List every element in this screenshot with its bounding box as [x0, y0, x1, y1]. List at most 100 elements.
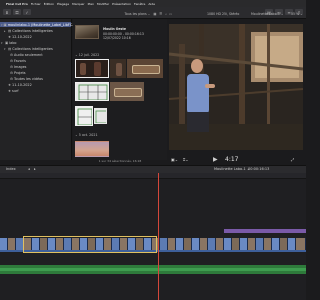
audio-track[interactable] [0, 265, 306, 274]
viewer-frame [169, 24, 303, 150]
timeline-duration: 00:00:16:13 [248, 167, 270, 171]
key-icon[interactable]: ⚿ [13, 9, 21, 15]
browser-header: Tous les plans ⌄ ▦ ☰ ⌕ [73, 10, 167, 17]
disclosure-open-icon[interactable]: ▾ [4, 47, 7, 51]
filmstrip-icon[interactable]: ▦ [153, 12, 156, 16]
search-icon[interactable]: ⌕ [165, 12, 167, 16]
timeline-index-button[interactable]: Index [6, 167, 16, 171]
sidebar-item-smart-collections[interactable]: ▸ ▤ Collections intelligentes [4, 28, 53, 33]
selected-clip-outline[interactable] [23, 236, 157, 253]
play-button-icon[interactable]: ▶ [213, 156, 218, 163]
viewer-zoom[interactable]: 55 % ⌄ [291, 12, 303, 16]
event-icon: ★ [8, 82, 12, 87]
clip-thumbnail[interactable] [110, 82, 144, 101]
sidebar-item-label: 12-10-2022 [12, 34, 32, 39]
event-icon: ★ [8, 88, 12, 93]
clip-thumbnail[interactable] [127, 59, 163, 78]
smart-collection-icon: ⚙ [10, 76, 14, 81]
clip-thumbnail[interactable] [75, 59, 109, 78]
viewer-project-name[interactable]: Moulinette Labo-1 ⌄ [251, 12, 284, 16]
sidebar-item-label: Projets [14, 70, 26, 75]
sidebar-item-label: Toutes les vidéos [14, 76, 43, 81]
smart-collection-icon: ⚙ [10, 58, 14, 63]
diagram-thumbnail-icon [77, 108, 92, 125]
timeline-project-name[interactable]: Moulinette Labo-1 ⌄ [214, 167, 250, 171]
list-view-icon[interactable]: ☰ [159, 12, 162, 16]
sidebar-item-label: labo [9, 40, 17, 45]
check-icon[interactable]: ✓ [23, 9, 31, 15]
library-icon: ▣ [5, 40, 9, 45]
sidebar-item-label: 11-10-2022 [12, 82, 32, 87]
menu-elagage[interactable]: Élagage [57, 2, 69, 6]
library-icon: ▣ [3, 22, 7, 27]
disclosure-open-icon[interactable]: ▾ [1, 41, 4, 45]
menu-marquer[interactable]: Marquer [72, 2, 85, 6]
sidebar-item-library-main[interactable]: ▾ ▣ moulinlabo-1 (Moulinette_Label_LibFC… [0, 22, 91, 27]
viewer-header: ▭ 1080 HD 25i, Stéréo Moulinette Labo-1 … [169, 10, 306, 17]
sidebar-item-label: surf [12, 88, 19, 93]
sidebar-item-label: Collections intelligentes [12, 46, 53, 51]
menu-plan[interactable]: Plan [88, 2, 94, 6]
libraries-sidebar: ▾ ▣ moulinlabo-1 (Moulinette_Label_LibFC… [0, 19, 91, 160]
menu-modifier[interactable]: Modifier [97, 2, 109, 6]
sidebar-item-label: Collections intelligentes [12, 28, 53, 33]
clip-thumbnail[interactable] [75, 141, 109, 157]
diagram-thumbnail-icon [78, 84, 108, 100]
date-section-header[interactable]: ⌄ 12 juil. 2022 [75, 53, 99, 57]
sidebar-item-library-labo[interactable]: ▾ ▣ labo [1, 40, 16, 45]
timeline-ruler[interactable] [0, 173, 306, 179]
audio-waveform [0, 268, 306, 271]
menu-edition[interactable]: Édition [44, 2, 54, 6]
clip-browser: Moulin Oeste 00:00:00:00 - 00:00:16:13 1… [73, 19, 167, 160]
viewer-view-options-icon[interactable]: ▭ [169, 12, 172, 16]
clip-thumbnail[interactable] [75, 25, 99, 39]
sidebar-item-audio-only[interactable]: ⚙ Audio seulement [10, 52, 43, 57]
sidebar-item-favorites[interactable]: ⚙ Favoris [10, 58, 26, 63]
timeline-toolbar: Index ◂ ▸ Moulinette Labo-1 ⌄ 00:00:16:1… [0, 165, 306, 173]
folder-icon: ▤ [8, 28, 12, 33]
clip-thumbnail[interactable] [94, 108, 107, 124]
app-menu[interactable]: Final Cut Pro [6, 2, 28, 6]
sidebar-item-event-11-10-2022[interactable]: ★ 11-10-2022 [4, 82, 32, 87]
sidebar-item-label: Images [14, 64, 27, 69]
clip-date: 12/07/2022 10:16 [103, 36, 131, 40]
disclosure-closed-icon[interactable]: ▸ [4, 29, 7, 33]
view-options-icon[interactable]: ▣⌄ [171, 157, 178, 162]
forward-arrow-icon[interactable]: ▸ [34, 167, 36, 171]
import-icon[interactable]: ⬇ [3, 9, 11, 15]
menu-bar: Final Cut Pro Fichier Édition Élagage Ma… [0, 0, 306, 7]
sidebar-item-images[interactable]: ⚙ Images [10, 64, 26, 69]
sidebar-item-projects[interactable]: ⚙ Projets [10, 70, 26, 75]
fullscreen-icon[interactable]: ⤢ [291, 157, 294, 162]
event-icon: ★ [8, 34, 12, 39]
clip-title: Moulin Oeste [103, 27, 126, 31]
folder-icon: ▤ [8, 46, 12, 51]
disclosure-open-icon[interactable]: ▾ [1, 23, 3, 27]
smart-collection-icon: ⚙ [10, 64, 14, 69]
menu-aide[interactable]: Aide [148, 2, 155, 6]
sidebar-item-event-surf[interactable]: ★ surf [4, 88, 19, 93]
clip-thumbnail[interactable] [75, 82, 109, 101]
clip-filter-dropdown[interactable]: Tous les plans ⌄ [125, 12, 151, 16]
playhead[interactable] [158, 173, 159, 300]
menu-fenetre[interactable]: Fenêtre [134, 2, 145, 6]
viewer-image [169, 24, 303, 150]
sidebar-item-label: Favoris [14, 58, 26, 63]
smart-collection-icon: ⚙ [10, 70, 14, 75]
clip-thumbnail[interactable] [75, 106, 93, 126]
sidebar-item-smart-collections-labo[interactable]: ▾ ▤ Collections intelligentes [4, 46, 53, 51]
sidebar-item-event-12-10-2022[interactable]: ★ 12-10-2022 [4, 34, 32, 39]
sidebar-item-label: Audio seulement [14, 52, 43, 57]
back-arrow-icon[interactable]: ◂ [28, 167, 30, 171]
final-cut-pro-window: Final Cut Pro Fichier Édition Élagage Ma… [0, 0, 306, 300]
crop-icon[interactable]: ⌗⌄ [183, 157, 189, 162]
menu-presentation[interactable]: Présentation [112, 2, 131, 6]
viewer-timecode: 4:17 [225, 156, 239, 163]
clip-thumbnail[interactable] [110, 59, 126, 78]
menu-fichier[interactable]: Fichier [31, 2, 41, 6]
title-clip[interactable] [224, 229, 306, 233]
date-section-header[interactable]: ⌄ 5 oct. 2021 [75, 133, 98, 137]
sidebar-item-all-videos[interactable]: ⚙ Toutes les vidéos [10, 76, 43, 81]
smart-collection-icon: ⚙ [10, 52, 14, 57]
diagram-thumbnail-icon [95, 110, 106, 123]
